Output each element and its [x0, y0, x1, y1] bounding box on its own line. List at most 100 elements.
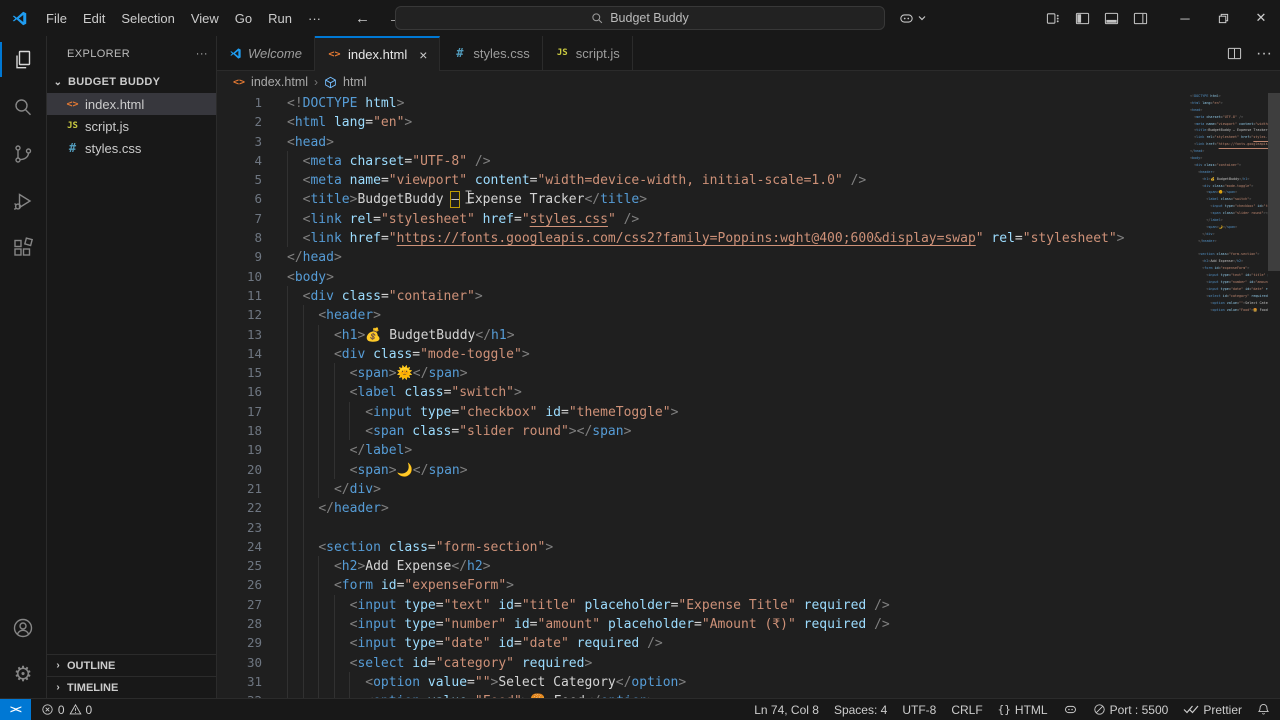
problems-warnings[interactable]: 0	[68, 703, 92, 717]
line-number[interactable]: 24	[217, 537, 262, 556]
line-number[interactable]: 27	[217, 595, 262, 614]
breadcrumb-symbol[interactable]: html	[343, 75, 367, 89]
toggle-primary-sidebar-icon[interactable]	[1075, 11, 1090, 26]
code-line[interactable]: 18 <span class="slider round"></span>	[217, 421, 1190, 441]
line-number[interactable]: 29	[217, 633, 262, 652]
code-editor[interactable]: 1 <!DOCTYPE html> 2 <html lang="en"> 3 <head>…	[217, 93, 1280, 698]
line-number[interactable]: 30	[217, 653, 262, 672]
minimize-icon[interactable]: ─	[1166, 0, 1204, 36]
code-line[interactable]: 8 <link href="https://fonts.googleapis.c…	[217, 228, 1190, 248]
line-number[interactable]: 12	[217, 305, 262, 324]
code-line[interactable]: 15 <span>🌞</span>	[217, 363, 1190, 383]
vertical-scrollbar[interactable]	[1268, 93, 1280, 271]
menu-edit[interactable]: Edit	[75, 7, 113, 30]
code-line[interactable]: 2 <html lang="en">	[217, 112, 1190, 131]
code-line[interactable]: 16 <label class="switch">	[217, 382, 1190, 402]
run-debug-icon[interactable]	[0, 177, 47, 224]
status-copilot-icon[interactable]	[1063, 702, 1078, 717]
code-line[interactable]: 1 <!DOCTYPE html>	[217, 93, 1190, 112]
file-item-script.js[interactable]: JS script.js	[47, 115, 216, 137]
search-icon[interactable]	[0, 83, 47, 130]
code-line[interactable]: 20 <span>🌙</span>	[217, 459, 1190, 479]
line-number[interactable]: 2	[217, 112, 262, 131]
line-number[interactable]: 32	[217, 691, 262, 698]
code-line[interactable]: 21 </div>	[217, 478, 1190, 499]
tab-index-html[interactable]: <> index.html ×	[314, 36, 441, 71]
toggle-panel-icon[interactable]	[1104, 11, 1119, 26]
line-number[interactable]: 4	[217, 151, 262, 170]
tab-styles-css[interactable]: # styles.css	[440, 36, 543, 70]
menu-more-icon[interactable]: ···	[300, 7, 329, 30]
menu-file[interactable]: File	[38, 7, 75, 30]
close-icon[interactable]: ✕	[1242, 0, 1280, 36]
line-number[interactable]: 21	[217, 479, 262, 498]
line-number[interactable]: 31	[217, 672, 262, 691]
customize-layout-icon[interactable]	[1046, 11, 1061, 26]
line-number[interactable]: 5	[217, 170, 262, 189]
line-number[interactable]: 19	[217, 440, 262, 459]
line-number[interactable]: 22	[217, 498, 262, 517]
line-number[interactable]: 8	[217, 228, 262, 247]
status-bell-icon[interactable]	[1257, 703, 1270, 716]
line-number[interactable]: 23	[217, 518, 262, 537]
menu-run[interactable]: Run	[260, 7, 300, 30]
file-item-styles.css[interactable]: # styles.css	[47, 137, 216, 159]
line-number[interactable]: 16	[217, 382, 262, 401]
code-line[interactable]: 32 <option value="Food">🍔 Food</option>	[217, 691, 1190, 698]
code-line[interactable]: 31 <option value="">Select Category</opt…	[217, 671, 1190, 692]
close-tab-icon[interactable]: ×	[419, 47, 427, 63]
menu-view[interactable]: View	[183, 7, 227, 30]
line-number[interactable]: 20	[217, 460, 262, 479]
copilot-button[interactable]	[898, 6, 926, 30]
extensions-icon[interactable]	[0, 224, 47, 271]
settings-gear-icon[interactable]: ⚙	[0, 651, 47, 698]
status-port-5500[interactable]: Port : 5500	[1093, 703, 1168, 717]
explorer-icon[interactable]	[0, 36, 47, 83]
line-number[interactable]: 3	[217, 132, 262, 151]
timeline-section-header[interactable]: › TIMELINE	[47, 676, 216, 698]
source-control-icon[interactable]	[0, 130, 47, 177]
line-number[interactable]: 14	[217, 344, 262, 363]
command-center-search[interactable]: Budget Buddy	[395, 6, 885, 30]
remote-indicator[interactable]: ><	[0, 698, 31, 720]
code-line[interactable]: 4 <meta charset="UTF-8" />	[217, 150, 1190, 171]
code-line[interactable]: 26 <form id="expenseForm">	[217, 575, 1190, 595]
code-line[interactable]: 27 <input type="text" id="title" placeho…	[217, 594, 1190, 615]
code-line[interactable]: 10 <body>	[217, 267, 1190, 286]
breadcrumb-file[interactable]: index.html	[251, 75, 308, 89]
account-icon[interactable]	[0, 604, 47, 651]
code-line[interactable]: 5 <meta name="viewport" content="width=d…	[217, 170, 1190, 190]
line-number[interactable]: 25	[217, 556, 262, 575]
tab-welcome[interactable]: Welcome	[217, 36, 315, 70]
status-spaces-4[interactable]: Spaces: 4	[834, 703, 887, 717]
menu-selection[interactable]: Selection	[113, 7, 182, 30]
line-number[interactable]: 13	[217, 325, 262, 344]
restore-icon[interactable]	[1204, 0, 1242, 36]
status-crlf[interactable]: CRLF	[951, 703, 982, 717]
menu-go[interactable]: Go	[227, 7, 260, 30]
line-number[interactable]: 18	[217, 421, 262, 440]
status-ln-74-col-8[interactable]: Ln 74, Col 8	[754, 703, 819, 717]
explorer-more-actions-icon[interactable]: ···	[196, 48, 208, 60]
code-line[interactable]: 17 <input type="checkbox" id="themeToggl…	[217, 401, 1190, 422]
code-line[interactable]: 30 <select id="category" required>	[217, 652, 1190, 672]
code-line[interactable]: 23	[217, 517, 1190, 537]
code-line[interactable]: 3 <head>	[217, 132, 1190, 151]
line-number[interactable]: 10	[217, 267, 262, 286]
toggle-secondary-sidebar-icon[interactable]	[1133, 11, 1148, 26]
line-number[interactable]: 11	[217, 286, 262, 305]
more-actions-icon[interactable]: ···	[1256, 45, 1272, 63]
code-line[interactable]: 24 <section class="form-section">	[217, 536, 1190, 557]
code-line[interactable]: 11 <div class="container">	[217, 285, 1190, 306]
status-html[interactable]: {} HTML	[998, 703, 1048, 717]
code-line[interactable]: 29 <input type="date" id="date" required…	[217, 633, 1190, 653]
code-line[interactable]: 6 <title>BudgetBuddy – Expense Tracker</…	[217, 189, 1190, 209]
split-editor-icon[interactable]	[1227, 46, 1242, 61]
code-line[interactable]: 22 </header>	[217, 498, 1190, 518]
problems-errors[interactable]: 0	[41, 703, 65, 717]
code-line[interactable]: 13 <h1>💰 BudgetBuddy</h1>	[217, 324, 1190, 344]
line-number[interactable]: 7	[217, 209, 262, 228]
project-folder-header[interactable]: ⌄ BUDGET BUDDY	[47, 71, 216, 93]
code-line[interactable]: 25 <h2>Add Expense</h2>	[217, 556, 1190, 576]
line-number[interactable]: 17	[217, 402, 262, 421]
